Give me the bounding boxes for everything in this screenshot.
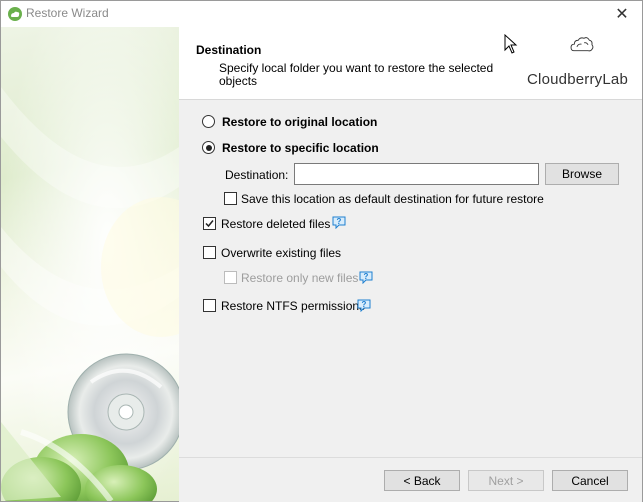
- destination-input[interactable]: [294, 163, 539, 185]
- browse-button-label: Browse: [561, 167, 602, 181]
- svg-text:?: ?: [362, 300, 367, 309]
- cancel-button[interactable]: Cancel: [552, 470, 628, 491]
- title-bar: Restore Wizard ✕: [1, 1, 642, 27]
- next-button[interactable]: Next >: [468, 470, 544, 491]
- help-icon[interactable]: ?: [359, 271, 373, 284]
- browse-button[interactable]: Browse: [545, 163, 619, 185]
- logo-text: CloudberryLab: [527, 71, 628, 88]
- restore-deleted-checkbox[interactable]: [203, 217, 216, 230]
- wizard-footer: < Back Next > Cancel: [179, 457, 642, 502]
- overwrite-checkbox[interactable]: [203, 246, 216, 259]
- restore-only-new-label: Restore only new files: [241, 271, 359, 285]
- restore-deleted-label[interactable]: Restore deleted files: [221, 217, 330, 231]
- restore-specific-label[interactable]: Restore to specific location: [222, 141, 379, 155]
- radio-selected-dot: [205, 144, 212, 151]
- cloudberry-app-icon: [8, 7, 22, 21]
- wizard-sidebar-art: [1, 27, 179, 501]
- save-default-checkbox[interactable]: [224, 192, 237, 205]
- svg-text:?: ?: [364, 272, 369, 281]
- help-icon[interactable]: ?: [332, 216, 346, 229]
- svg-text:?: ?: [337, 217, 342, 226]
- destination-options-panel: Restore to original location Restore to …: [179, 100, 642, 457]
- restore-wizard-window: Restore Wizard ✕ Destination Specify loc…: [0, 0, 643, 502]
- cloudberry-logo-icon: [570, 37, 594, 52]
- page-title: Destination: [196, 43, 262, 57]
- window-title: Restore Wizard: [26, 6, 109, 20]
- close-icon[interactable]: ✕: [608, 3, 636, 25]
- wizard-header: Destination Specify local folder you wan…: [179, 27, 642, 100]
- overwrite-label[interactable]: Overwrite existing files: [221, 246, 341, 260]
- mouse-cursor-icon: [504, 34, 518, 54]
- restore-original-label[interactable]: Restore to original location: [222, 115, 377, 129]
- checkmark-icon: [205, 220, 214, 228]
- destination-label: Destination:: [225, 168, 289, 182]
- restore-specific-radio[interactable]: [202, 141, 215, 154]
- restore-original-radio[interactable]: [202, 115, 215, 128]
- restore-only-new-checkbox[interactable]: [224, 271, 237, 284]
- restore-ntfs-checkbox[interactable]: [203, 299, 216, 312]
- back-button-label: < Back: [403, 473, 441, 488]
- next-button-label: Next >: [488, 473, 524, 488]
- save-default-label[interactable]: Save this location as default destinatio…: [241, 192, 544, 206]
- help-icon[interactable]: ?: [357, 299, 371, 312]
- disc-illustration: [1, 27, 179, 501]
- page-description: Specify local folder you want to restore…: [219, 61, 494, 88]
- restore-ntfs-label[interactable]: Restore NTFS permissions: [221, 299, 365, 313]
- cancel-button-label: Cancel: [571, 473, 609, 488]
- back-button[interactable]: < Back: [384, 470, 460, 491]
